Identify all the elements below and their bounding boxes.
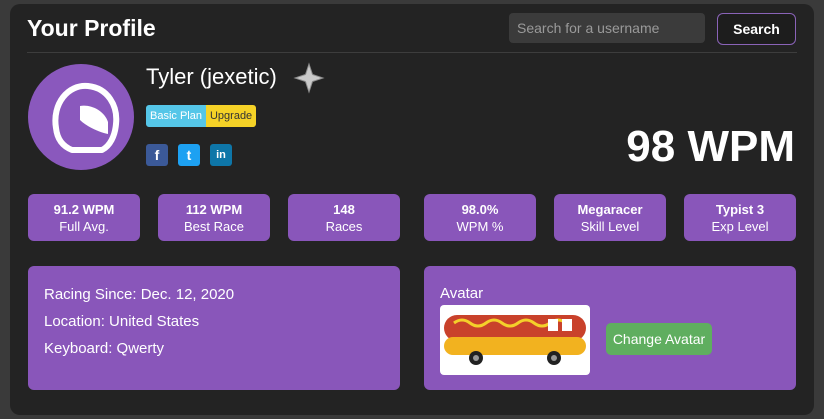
avatar-panel-label: Avatar bbox=[440, 285, 484, 302]
upgrade-link[interactable]: Upgrade bbox=[205, 105, 257, 127]
stat-value: 148 bbox=[333, 202, 355, 217]
username-search-input[interactable] bbox=[509, 13, 705, 43]
search-button[interactable]: Search bbox=[717, 13, 796, 45]
change-avatar-button[interactable]: Change Avatar bbox=[606, 323, 712, 355]
helmet-icon bbox=[52, 82, 120, 153]
stat-label: Skill Level bbox=[580, 219, 640, 234]
stat-value: Megaracer bbox=[577, 202, 643, 217]
header-divider bbox=[27, 52, 797, 53]
stat-best-race: 112 WPM Best Race bbox=[158, 194, 270, 241]
stat-full-avg: 91.2 WPM Full Avg. bbox=[28, 194, 140, 241]
stat-label: Races bbox=[325, 219, 363, 234]
stat-value: 112 WPM bbox=[185, 202, 243, 217]
stat-label: Full Avg. bbox=[59, 219, 109, 234]
stat-value: Typist 3 bbox=[715, 202, 765, 217]
facebook-icon[interactable]: f bbox=[146, 144, 168, 166]
linkedin-icon[interactable]: in bbox=[210, 144, 232, 166]
keyboard: Keyboard: Qwerty bbox=[44, 340, 165, 357]
profile-username: Tyler (jexetic) bbox=[146, 64, 277, 89]
profile-card: Your Profile Search Tyler (jexetic) Basi… bbox=[10, 4, 814, 415]
location: Location: United States bbox=[44, 313, 200, 330]
avatar-preview bbox=[440, 305, 590, 375]
stat-label: Best Race bbox=[184, 219, 244, 234]
stat-skill-level: Megaracer Skill Level bbox=[554, 194, 666, 241]
stat-races: 148 Races bbox=[288, 194, 400, 241]
stat-value: 98.0% bbox=[461, 202, 499, 217]
avatar-panel: Avatar Change Avatar bbox=[424, 266, 796, 390]
current-wpm: 98 WPM bbox=[626, 122, 795, 171]
stat-label: WPM % bbox=[456, 219, 504, 234]
stat-exp-level: Typist 3 Exp Level bbox=[684, 194, 796, 241]
hotdog-car-icon bbox=[444, 315, 586, 365]
plan-label: Basic Plan bbox=[146, 105, 206, 127]
profile-info-panel: Racing Since: Dec. 12, 2020 Location: Un… bbox=[28, 266, 400, 390]
profile-header: Your Profile Search bbox=[10, 4, 814, 54]
stat-wpm-percent: 98.0% WPM % bbox=[424, 194, 536, 241]
racing-since: Racing Since: Dec. 12, 2020 bbox=[44, 286, 235, 303]
twitter-icon[interactable]: t bbox=[178, 144, 200, 166]
plan-badge: Basic Plan Upgrade bbox=[146, 105, 257, 127]
sparkle-badge-icon bbox=[293, 62, 325, 94]
stat-label: Exp Level bbox=[711, 219, 769, 234]
page-title: Your Profile bbox=[27, 15, 156, 41]
stat-value: 91.2 WPM bbox=[53, 202, 115, 217]
avatar bbox=[28, 64, 134, 170]
